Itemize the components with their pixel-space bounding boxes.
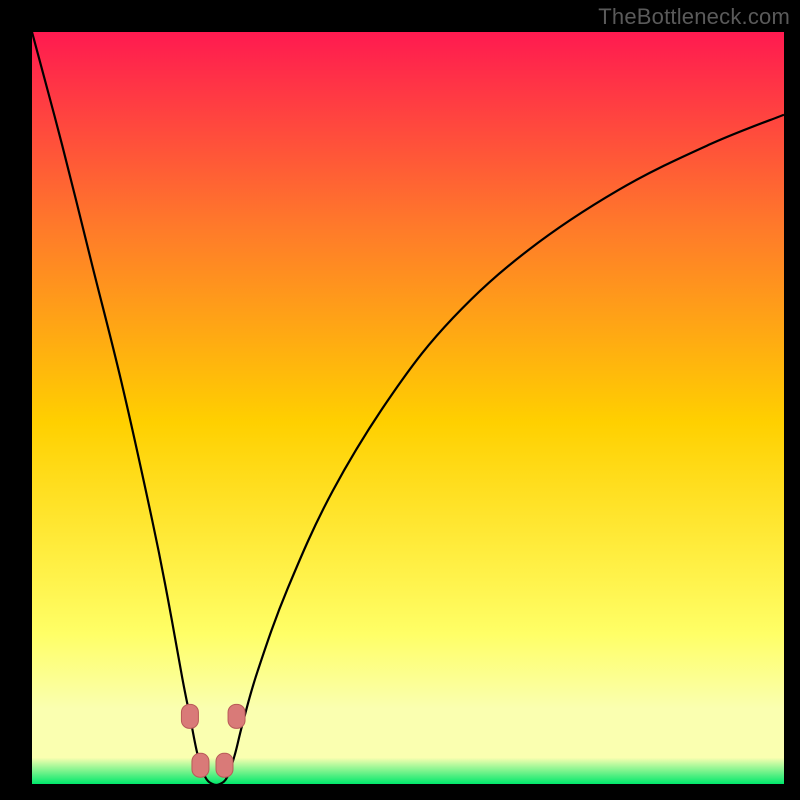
curve-marker xyxy=(216,753,233,777)
chart-svg xyxy=(32,32,784,784)
watermark-text: TheBottleneck.com xyxy=(598,4,790,30)
curve-marker xyxy=(228,704,245,728)
chart-area xyxy=(32,32,784,784)
gradient-background xyxy=(32,32,784,784)
curve-marker xyxy=(181,704,198,728)
outer-frame: TheBottleneck.com xyxy=(0,0,800,800)
curve-marker xyxy=(192,753,209,777)
